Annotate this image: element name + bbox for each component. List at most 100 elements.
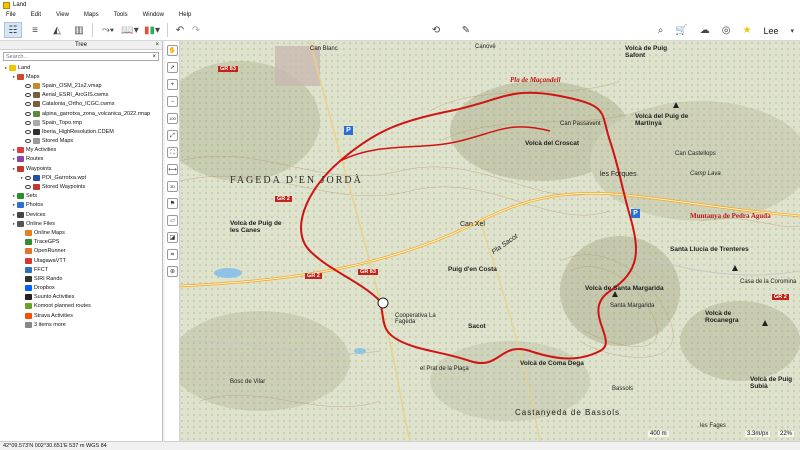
tree-item[interactable]: ▸ Online Files [0, 219, 162, 228]
tree-item[interactable]: Suunto Activities [0, 293, 162, 302]
tree-item[interactable]: Spain_Topo.rmp [0, 118, 162, 127]
map-label: Santa Margarida [610, 303, 655, 309]
grid-icon[interactable]: ⌗ [167, 249, 178, 260]
menu-view[interactable]: View [56, 12, 69, 18]
menu-tools[interactable]: Tools [114, 12, 128, 18]
map-label: FAGEDA D'EN JORDÀ [230, 175, 363, 186]
fit-screen-icon[interactable]: ⤢ [167, 130, 178, 141]
visibility-eye-icon[interactable] [25, 102, 31, 107]
menu-maps[interactable]: Maps [84, 12, 99, 18]
statistics-icon[interactable]: ▥ [70, 22, 88, 38]
tree-item[interactable]: ▸ Sets [0, 192, 162, 201]
tree-item[interactable]: SIRI Rando [0, 274, 162, 283]
select-arrow-icon[interactable]: ➚ [167, 62, 178, 73]
tree-item[interactable]: UtagawaVTT [0, 256, 162, 265]
tree-item[interactable]: ▸ My Activities [0, 146, 162, 155]
tree-item[interactable]: ▸ Waypoints [0, 164, 162, 173]
tree-item-label: 3 items more [34, 321, 66, 328]
3d-view-icon[interactable]: 3D [167, 181, 178, 192]
visibility-eye-icon[interactable] [25, 93, 31, 98]
map-book-dropdown-icon[interactable]: 📖▾ [119, 22, 141, 38]
tree-item[interactable]: Aerial_ESRI_ArcGIS.cwms [0, 91, 162, 100]
tree-item[interactable]: ▸ Routes [0, 155, 162, 164]
tree-item[interactable]: ▸ POI_Garrotxa.wpt [0, 173, 162, 182]
tree-item-label: Stored Waypoints [42, 184, 86, 191]
visibility-eye-icon[interactable] [25, 120, 31, 125]
tree-item[interactable]: Iberia_HighResolution.CDEM [0, 127, 162, 136]
parking-icon: P [631, 209, 640, 218]
tree-item-label: UtagawaVTT [34, 257, 67, 264]
layers-color-dropdown-icon[interactable]: ▮ ▮ ▾ [141, 22, 163, 38]
visibility-eye-icon[interactable] [25, 83, 31, 88]
stored-waypoints-icon [33, 184, 40, 191]
tree-item[interactable]: FFCT [0, 265, 162, 274]
full-extent-icon[interactable]: ⛶ [167, 147, 178, 158]
menu-file[interactable]: File [6, 12, 16, 18]
tree-item[interactable]: Komoot planned routes [0, 302, 162, 311]
title-bar: Land [0, 0, 800, 10]
visibility-eye-icon[interactable] [25, 175, 31, 180]
visibility-eye-icon[interactable] [25, 139, 31, 144]
favorite-star-icon[interactable]: ★ [742, 25, 751, 36]
user-name[interactable]: Lee [763, 26, 778, 36]
zoom-100-icon[interactable]: 100 [167, 113, 178, 124]
search-icon[interactable]: ⌕ [658, 25, 664, 36]
clear-search-icon[interactable]: × [152, 54, 156, 60]
visibility-eye-icon[interactable] [25, 111, 31, 116]
tree-item[interactable]: Strava Activities [0, 311, 162, 320]
tree-item[interactable]: ▸ Photos [0, 201, 162, 210]
tree-panel-toggle-icon[interactable]: ☷ [4, 22, 22, 38]
zoom-out-icon[interactable]: − [167, 96, 178, 107]
compass-icon[interactable]: ⊕ [167, 266, 178, 277]
hand-pan-icon[interactable]: ✋ [167, 45, 178, 56]
menu-edit[interactable]: Edit [31, 12, 41, 18]
routes-icon [17, 156, 24, 163]
road-badge: GR 83 [218, 66, 238, 72]
shop-cart-icon[interactable]: 🛒 [675, 25, 687, 36]
tree-item[interactable]: Dropbox [0, 284, 162, 293]
measure-icon[interactable]: ⟷ [167, 164, 178, 175]
tree-item[interactable]: OpenRunner [0, 247, 162, 256]
visibility-eye-icon[interactable] [25, 185, 31, 190]
undo-icon[interactable]: ↶ [172, 22, 188, 38]
track-tool-dropdown-icon[interactable]: ⤳▾ [97, 22, 119, 38]
zoom-in-icon[interactable]: + [167, 79, 178, 90]
tree-item[interactable]: Online Maps [0, 228, 162, 237]
close-icon[interactable]: × [155, 41, 159, 50]
photos-icon [17, 202, 24, 209]
edit-track-icon[interactable]: ✎ [458, 22, 474, 38]
redo-icon[interactable]: ↷ [188, 22, 204, 38]
ffct-icon [25, 266, 32, 273]
ruler-icon[interactable]: ▱ [167, 215, 178, 226]
tree-item[interactable]: alpina_garrotxa_zona_volcanica_2022.rmap [0, 109, 162, 118]
tree-item[interactable]: ▸ Maps [0, 72, 162, 81]
strava-icon [25, 312, 32, 319]
visibility-eye-icon[interactable] [25, 129, 31, 134]
tree-item-label: TraceGPS [34, 239, 60, 246]
tree-item[interactable]: 3 items more [0, 320, 162, 329]
tree-item-label: Dropbox [34, 285, 55, 292]
list-view-icon[interactable]: ≡ [26, 22, 44, 38]
tree-item-label: POI_Garrotxa.wpt [42, 174, 87, 181]
cloud-sync-icon[interactable]: ☁ [700, 25, 710, 36]
target-icon[interactable]: ◎ [722, 25, 731, 36]
profile-chart-icon[interactable]: ◭ [48, 22, 66, 38]
tree-item[interactable]: Stored Maps [0, 137, 162, 146]
tree-item[interactable]: ▸ Devices [0, 210, 162, 219]
tree-search-input[interactable] [6, 53, 146, 60]
area-tool-icon[interactable]: ◪ [167, 232, 178, 243]
tree-item[interactable]: Stored Waypoints [0, 182, 162, 191]
map-view[interactable]: Can Blanc Canové Pla de Maçandell Volcà … [180, 41, 800, 441]
tree-item[interactable]: TraceGPS [0, 238, 162, 247]
user-menu-chevron-icon[interactable]: ▾ [790, 27, 794, 35]
stored-maps-icon [33, 138, 40, 145]
map-canvas[interactable] [180, 41, 800, 441]
waypoint-tool-icon[interactable]: ⚑ [167, 198, 178, 209]
menu-window[interactable]: Window [143, 12, 164, 18]
tree-item[interactable]: ▸ Land [0, 63, 162, 72]
menu-help[interactable]: Help [179, 12, 191, 18]
tree-item[interactable]: Catalonia_Ortho_ICGC.cwms [0, 100, 162, 109]
sync-icon[interactable]: ⟲ [428, 22, 444, 38]
tree-item-label: Devices [26, 211, 46, 218]
tree-item[interactable]: Spain_OSM_21s2.vmap [0, 81, 162, 90]
